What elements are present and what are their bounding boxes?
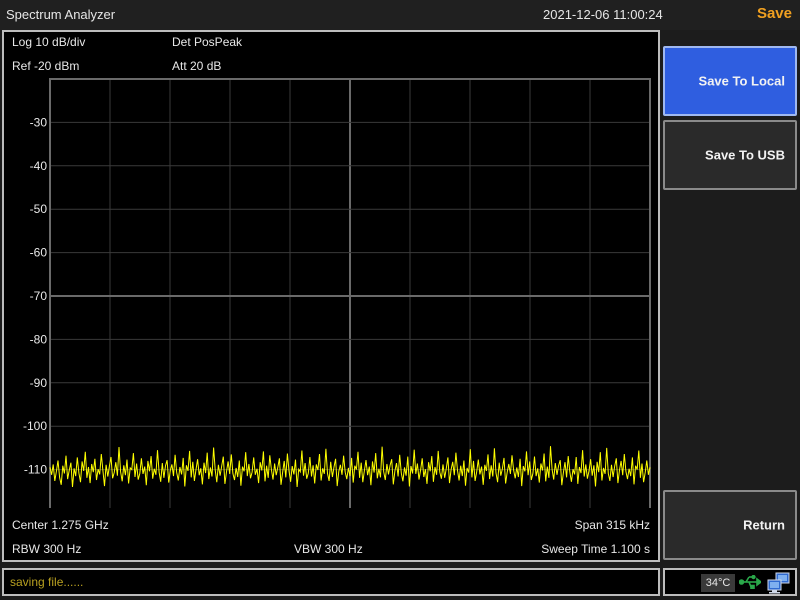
center-frequency: Center 1.275 GHz [12, 518, 109, 532]
spectrum-graph: -30 -40 -50 -60 -70 -80 -90 -100 -110 [23, 78, 651, 508]
menu-title: Save [756, 5, 792, 22]
save-to-usb-button[interactable]: Save To USB [663, 120, 797, 190]
datetime: 2021-12-06 11:00:24 [543, 7, 663, 22]
y-tick-label: -40 [30, 159, 48, 173]
y-tick-label: -100 [23, 419, 47, 433]
status-bar: saving file...... [2, 568, 660, 596]
sweep-time-readout: Sweep Time 1.100 s [541, 542, 650, 556]
y-tick-label: -30 [30, 115, 48, 129]
network-icon [767, 572, 790, 594]
return-label: Return [743, 517, 785, 533]
usb-icon [739, 575, 761, 589]
plot-panel: Log 10 dB/div Det PosPeak Ref -20 dBm At… [2, 30, 660, 562]
status-message: saving file...... [10, 575, 84, 589]
return-button[interactable]: Return [663, 490, 797, 560]
y-tick-label: -70 [30, 289, 48, 303]
y-tick-label: -50 [30, 202, 48, 216]
y-tick-label: -110 [24, 463, 47, 477]
span-readout: Span 315 kHz [574, 518, 650, 532]
y-tick-label: -90 [30, 376, 48, 390]
temperature-readout: 34°C [701, 574, 735, 592]
save-to-usb-label: Save To USB [705, 147, 785, 163]
y-tick-label: -60 [30, 246, 48, 260]
app-title: Spectrum Analyzer [6, 7, 116, 22]
save-to-local-button[interactable]: Save To Local [663, 46, 797, 116]
system-tray: 34°C [663, 568, 797, 596]
title-bar: Spectrum Analyzer 2021-12-06 11:00:24 Sa… [0, 0, 800, 30]
save-to-local-label: Save To Local [698, 73, 785, 89]
rbw-readout: RBW 300 Hz [12, 542, 82, 556]
y-tick-label: -80 [30, 332, 48, 346]
vbw-readout: VBW 300 Hz [294, 542, 363, 556]
